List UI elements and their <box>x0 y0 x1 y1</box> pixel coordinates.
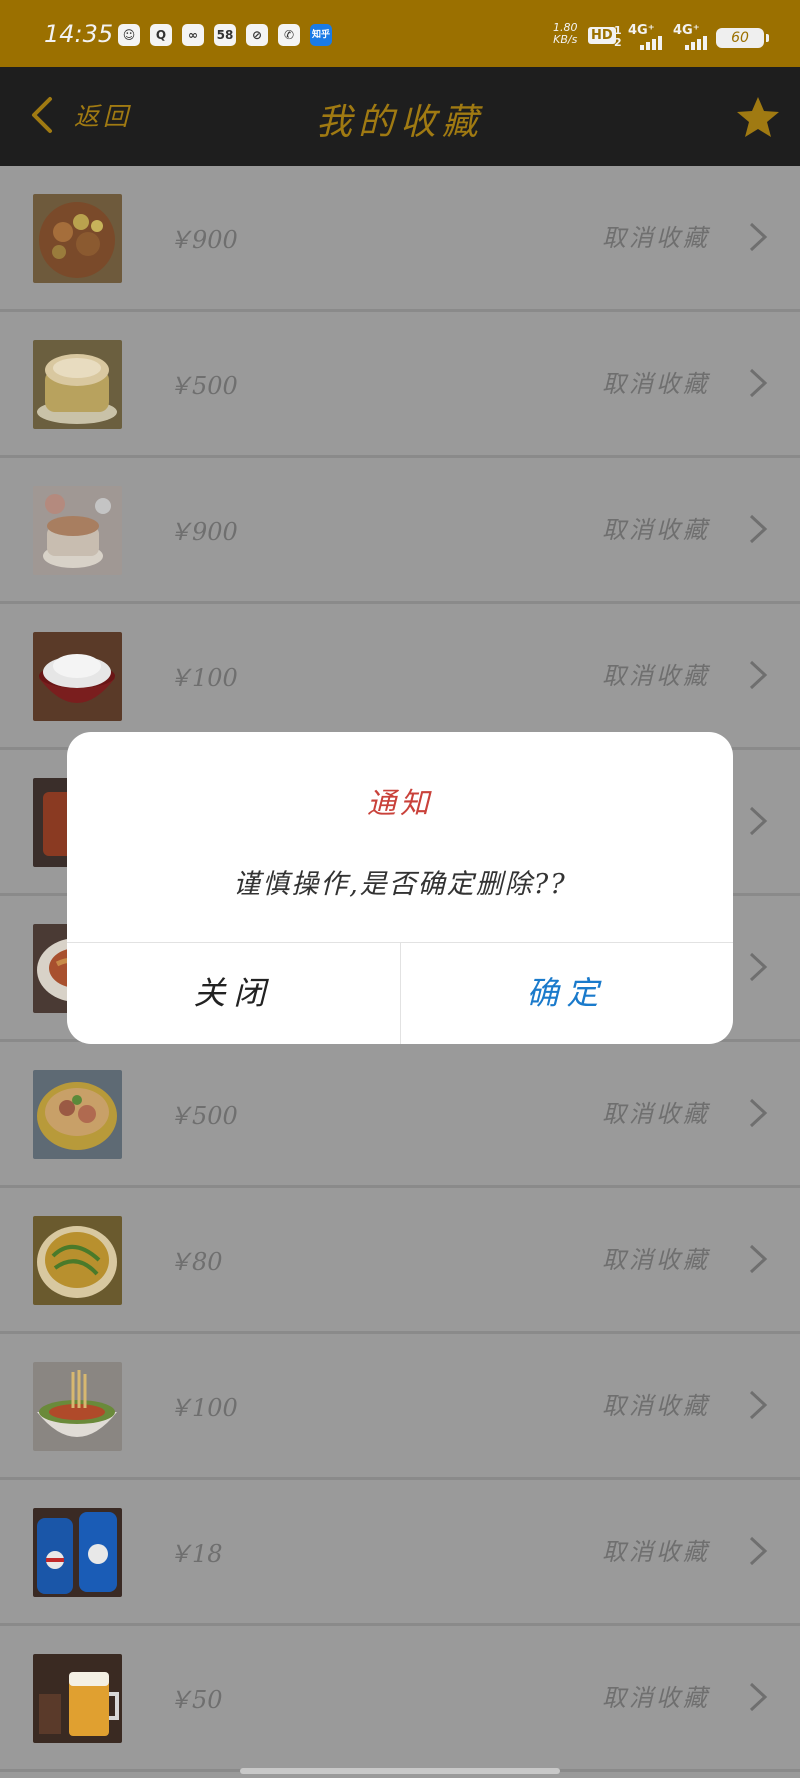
cancel-favorite-button[interactable]: 取消收藏 <box>602 364 710 399</box>
zhihu-app-icon: 知乎 <box>310 24 332 46</box>
food-thumbnail <box>33 340 122 429</box>
food-thumbnail <box>33 1216 122 1305</box>
confirm-button[interactable]: 确定 <box>400 943 733 1044</box>
list-item[interactable]: ￥50 取消收藏 <box>0 1626 800 1772</box>
chevron-right-icon <box>749 1244 768 1274</box>
notification-icons: ☺ Q ∞ 58 ⊘ ✆ 知乎 <box>118 24 332 46</box>
chevron-right-icon <box>749 660 768 690</box>
list-item[interactable]: ￥900 取消收藏 <box>0 458 800 604</box>
item-price: ￥500 <box>168 372 238 400</box>
item-price: ￥100 <box>168 1394 238 1422</box>
home-indicator[interactable] <box>240 1768 560 1774</box>
dialog-message: 谨慎操作,是否确定删除?? <box>233 869 567 900</box>
signal-icon-1 <box>640 36 662 50</box>
link-app-icon: ⊘ <box>246 24 268 46</box>
chevron-right-icon <box>749 1536 768 1566</box>
chevron-right-icon <box>749 1098 768 1128</box>
confirm-dialog: 通知 谨慎操作,是否确定删除?? 关闭 确定 <box>67 732 733 1044</box>
item-price: ￥900 <box>168 518 238 546</box>
dialog-title: 通知 <box>366 786 433 820</box>
chevron-right-icon <box>749 952 768 982</box>
network-speed: 1.80 KB/s <box>553 22 578 46</box>
cancel-favorite-button[interactable]: 取消收藏 <box>602 1386 710 1421</box>
search-app-icon: Q <box>150 24 172 46</box>
network-speed-unit: KB/s <box>553 33 578 46</box>
cancel-favorite-button[interactable]: 取消收藏 <box>602 1532 710 1567</box>
hd-voice-icon: HD <box>588 27 616 44</box>
list-item[interactable]: ￥500 取消收藏 <box>0 312 800 458</box>
close-button[interactable]: 关闭 <box>67 943 401 1044</box>
food-thumbnail <box>33 1362 122 1451</box>
page-title: 我的收藏 <box>315 102 484 143</box>
star-icon[interactable] <box>736 95 780 139</box>
item-price: ￥50 <box>168 1686 223 1714</box>
chevron-right-icon <box>749 1682 768 1712</box>
chevron-right-icon <box>749 514 768 544</box>
list-item[interactable]: ￥900 取消收藏 <box>0 166 800 312</box>
58-app-icon: 58 <box>214 24 236 46</box>
item-price: ￥100 <box>168 664 238 692</box>
status-bar: 14:35 ☺ Q ∞ 58 ⊘ ✆ 知乎 1.80 KB/s HD 12 4G… <box>0 0 800 67</box>
food-thumbnail <box>33 632 122 721</box>
list-item[interactable]: ￥18 取消收藏 <box>0 1480 800 1626</box>
hd-sim-indicator: 12 <box>614 24 622 49</box>
item-price: ￥18 <box>168 1540 223 1568</box>
cloud-app-icon: ∞ <box>182 24 204 46</box>
item-price: ￥900 <box>168 226 238 254</box>
food-thumbnail <box>33 194 122 283</box>
chevron-right-icon <box>749 1390 768 1420</box>
battery-icon: 60 <box>716 28 769 48</box>
phone-app-icon: ✆ <box>278 24 300 46</box>
status-time: 14:35 <box>44 20 114 48</box>
cancel-favorite-button[interactable]: 取消收藏 <box>602 510 710 545</box>
food-thumbnail <box>33 1070 122 1159</box>
list-item[interactable]: ￥100 取消收藏 <box>0 604 800 750</box>
list-item[interactable]: ￥100 取消收藏 <box>0 1334 800 1480</box>
chevron-right-icon <box>749 806 768 836</box>
item-price: ￥80 <box>168 1248 223 1276</box>
avatar-app-icon: ☺ <box>118 24 140 46</box>
cancel-favorite-button[interactable]: 取消收藏 <box>602 1678 710 1713</box>
list-item[interactable]: ￥500 取消收藏 <box>0 1042 800 1188</box>
signal-icon-2 <box>685 36 707 50</box>
list-item[interactable]: ￥80 取消收藏 <box>0 1188 800 1334</box>
cancel-favorite-button[interactable]: 取消收藏 <box>602 1240 710 1275</box>
food-thumbnail <box>33 1654 122 1743</box>
app-header: 返回 我的收藏 <box>0 67 800 166</box>
chevron-right-icon <box>749 222 768 252</box>
item-price: ￥500 <box>168 1102 238 1130</box>
cancel-favorite-button[interactable]: 取消收藏 <box>602 218 710 253</box>
chevron-right-icon <box>749 368 768 398</box>
food-thumbnail <box>33 486 122 575</box>
cancel-favorite-button[interactable]: 取消收藏 <box>602 1094 710 1129</box>
cancel-favorite-button[interactable]: 取消收藏 <box>602 656 710 691</box>
food-thumbnail <box>33 1508 122 1597</box>
